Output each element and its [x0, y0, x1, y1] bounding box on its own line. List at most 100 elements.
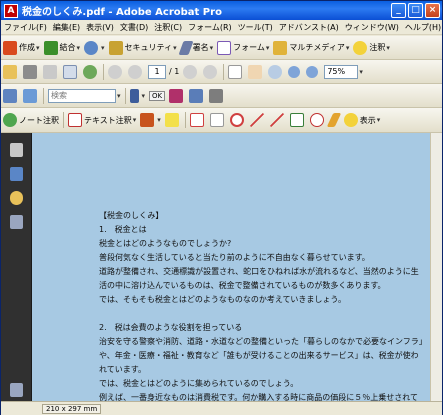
zoom-select[interactable]: 75% — [322, 62, 365, 82]
sign-button[interactable]: 署名 — [178, 38, 216, 58]
menu-window[interactable]: ウィンドウ(W) — [342, 22, 402, 33]
touchup-icon — [209, 88, 224, 103]
page-layout-icon — [3, 88, 17, 103]
pages-icon[interactable] — [9, 143, 23, 157]
menu-view[interactable]: 表示(V) — [83, 22, 117, 33]
zoom-out-button[interactable] — [286, 62, 304, 82]
organizer-button[interactable] — [81, 62, 101, 82]
menu-forms[interactable]: フォーム(R) — [185, 22, 235, 33]
ok-button[interactable]: OK — [147, 86, 167, 106]
zoom-tool-button[interactable] — [266, 62, 286, 82]
callout-button[interactable] — [188, 110, 208, 130]
search-input[interactable]: 検索 — [48, 88, 116, 103]
last-page-icon — [203, 64, 218, 79]
fit-page-button[interactable] — [21, 86, 41, 106]
pointer-icon — [129, 88, 139, 103]
bookmarks-icon[interactable] — [9, 167, 23, 181]
link-tool-button[interactable] — [167, 86, 187, 106]
textbox-icon — [209, 113, 224, 127]
page-size-label[interactable]: 210 x 297 mm — [42, 404, 102, 414]
crop-tool-button[interactable] — [187, 86, 207, 106]
lock-icon — [108, 40, 123, 55]
document-view[interactable]: 【税金のしくみ】 1. 税金とは 税金とはどのようなものでしょうか? 普段何気な… — [32, 133, 442, 401]
cloud-button[interactable] — [228, 110, 248, 130]
combine-icon — [43, 40, 58, 55]
security-button[interactable]: セキュリティ — [107, 38, 179, 58]
text-edits-button[interactable]: テキスト注釈 — [66, 110, 138, 130]
open-button[interactable] — [1, 62, 21, 82]
highlight-button[interactable] — [163, 110, 183, 130]
text-line: れています。 — [99, 365, 146, 374]
next-page-button[interactable] — [126, 62, 146, 82]
show-button[interactable]: 表示 — [342, 110, 383, 130]
combine-button[interactable]: 結合 — [42, 38, 83, 58]
pencil-tool-button[interactable] — [326, 110, 342, 130]
arrow-down-icon — [128, 64, 142, 79]
text-cursor-icon — [228, 64, 243, 79]
page-number-input[interactable]: 1 — [148, 64, 166, 79]
close-button[interactable]: × — [425, 3, 440, 18]
search-box[interactable]: 検索 — [46, 86, 123, 106]
acrobat-app-icon: A — [4, 3, 18, 18]
prev-page-button[interactable] — [106, 62, 126, 82]
maximize-button[interactable]: □ — [408, 3, 423, 18]
comments-icon[interactable] — [9, 191, 23, 205]
save-button[interactable] — [41, 62, 61, 82]
multimedia-button[interactable]: マルチメディア — [271, 38, 351, 58]
share-button[interactable] — [82, 38, 107, 58]
menu-help[interactable]: ヘルプ(H) — [402, 22, 443, 33]
menu-advanced[interactable]: アドバンスト(A) — [276, 22, 342, 33]
tasks-toolbar: 作成 結合 セキュリティ 署名 フォーム マルチメディア 注釈 — [1, 36, 442, 60]
folder-icon — [3, 64, 17, 79]
menu-file[interactable]: ファイル(F) — [1, 22, 50, 33]
crop-icon — [189, 88, 204, 103]
rectangle-tool-button[interactable] — [288, 110, 308, 130]
first-page-icon — [183, 64, 198, 79]
sticky-note-button[interactable]: ノート注釈 — [1, 110, 61, 130]
create-button[interactable]: 作成 — [1, 38, 42, 58]
last-page-button[interactable] — [201, 62, 221, 82]
arrow-up-icon — [108, 64, 122, 79]
touchup-tool-button[interactable] — [207, 86, 227, 106]
forms-button[interactable]: フォーム — [215, 38, 271, 58]
text-line: 1. 税金とは — [99, 225, 147, 234]
arrow-tool-button[interactable] — [248, 110, 268, 130]
title-bar[interactable]: A 税金のしくみ.pdf - Adobe Acrobat Pro _ □ × — [1, 1, 442, 20]
page-layout-button[interactable] — [1, 86, 21, 106]
vertical-scrollbar[interactable] — [430, 133, 442, 401]
line-tool-button[interactable] — [268, 110, 288, 130]
menu-edit[interactable]: 編集(E) — [50, 22, 83, 33]
minimize-button[interactable]: _ — [391, 3, 406, 18]
print-button[interactable] — [21, 62, 41, 82]
separator — [124, 87, 126, 104]
hand-tool-button[interactable] — [246, 62, 266, 82]
menu-document[interactable]: 文書(D) — [117, 22, 151, 33]
select-object-button[interactable] — [128, 86, 148, 106]
oval-tool-button[interactable] — [308, 110, 328, 130]
email-button[interactable] — [61, 62, 81, 82]
attachments-icon[interactable] — [10, 383, 23, 397]
stamp-button[interactable] — [138, 110, 163, 130]
print-icon — [23, 64, 37, 79]
text-line: 治安を守る警察や消防、道路・水道などの整備といった「暮らしのなかで必要なインフラ… — [99, 337, 427, 346]
first-page-button[interactable] — [181, 62, 201, 82]
separator — [63, 112, 64, 128]
zoom-in-button[interactable] — [304, 62, 322, 82]
comments-button[interactable]: 注釈 — [351, 38, 392, 58]
save-icon — [43, 64, 57, 79]
textbox-button[interactable] — [208, 110, 228, 130]
text-line: 【税金のしくみ】 — [99, 211, 164, 220]
signatures-icon[interactable] — [9, 215, 23, 229]
show-comments-icon — [343, 113, 358, 127]
multimedia-icon — [273, 40, 288, 55]
share-icon — [84, 40, 99, 55]
text-line: では、そもそも税金とはどのようなものなのか考えていきましょう。 — [99, 295, 346, 304]
separator — [103, 63, 104, 80]
menu-comments[interactable]: 注釈(C) — [151, 22, 185, 33]
pdf-page: 【税金のしくみ】 1. 税金とは 税金とはどのようなものでしょうか? 普段何気な… — [85, 133, 431, 401]
separator — [223, 63, 225, 80]
menu-tools[interactable]: ツール(T) — [235, 22, 276, 33]
text-line: 活の中に溶け込んでいるものは、税金で整備されているものが数多くあります。 — [99, 281, 386, 290]
email-icon — [63, 64, 77, 79]
select-tool-button[interactable] — [226, 62, 246, 82]
